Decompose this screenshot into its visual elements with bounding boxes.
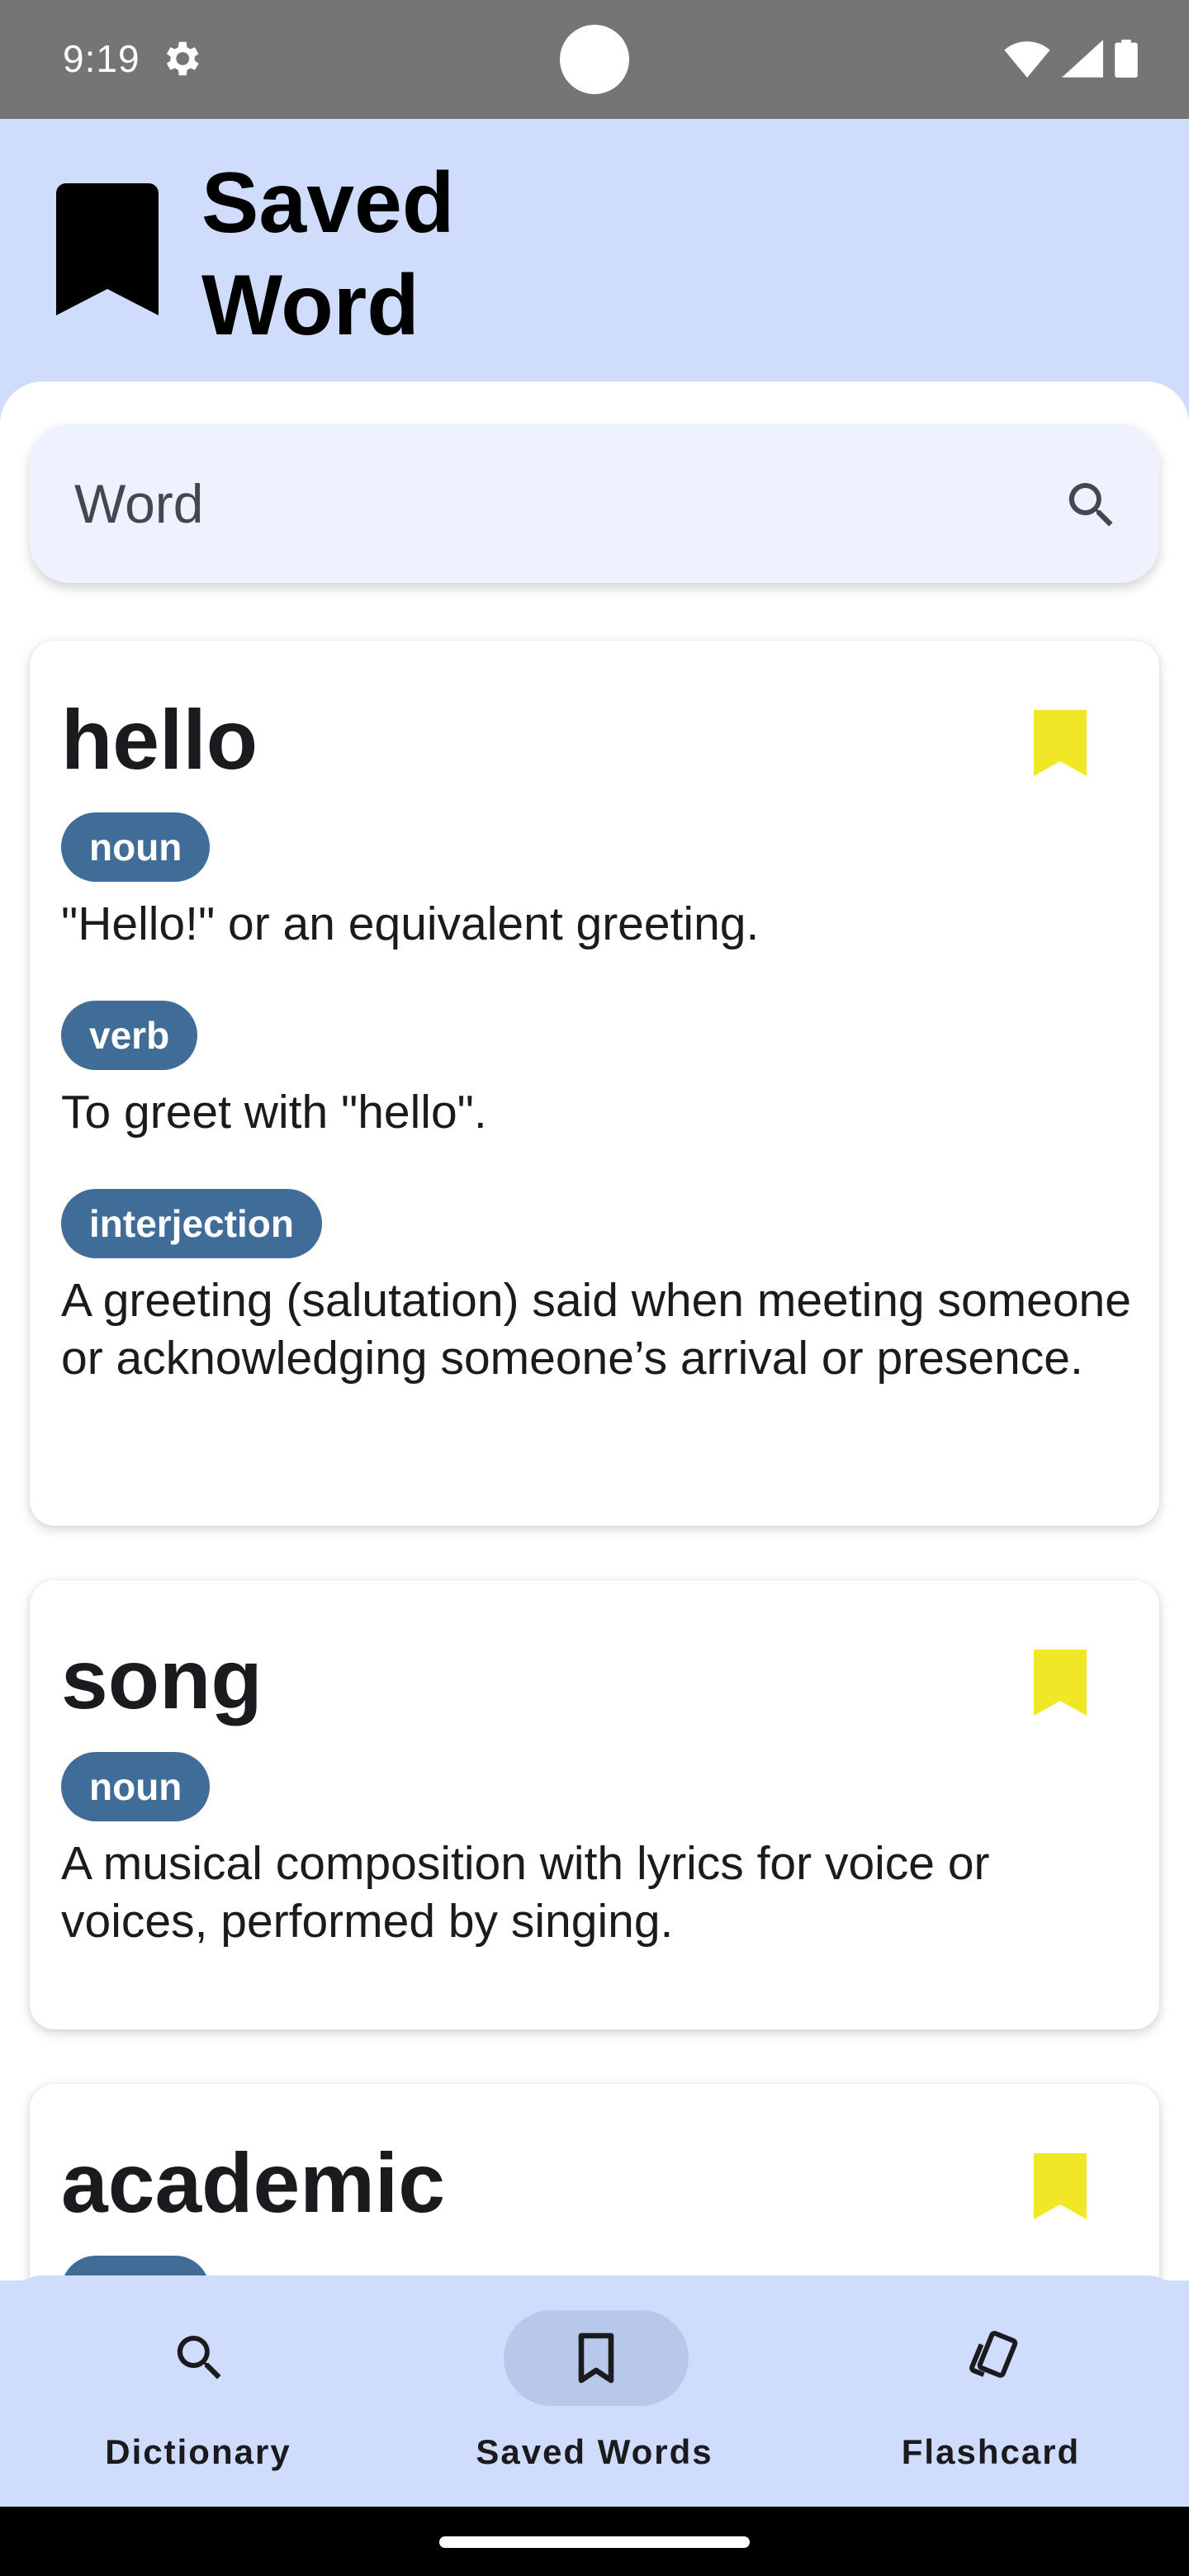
camera-cutout xyxy=(560,25,629,94)
status-bar: 9:19 xyxy=(0,0,1189,119)
pos-chip: interjection xyxy=(61,1189,322,1258)
pos-chip: verb xyxy=(61,1001,198,1070)
word-title: song xyxy=(61,1632,263,1726)
nav-item-flashcard[interactable]: Flashcard xyxy=(793,2275,1189,2507)
battery-icon xyxy=(1115,40,1138,78)
bookmark-saved-icon[interactable] xyxy=(1034,710,1087,776)
definition-text: "Hello!" or an equivalent greeting. xyxy=(61,897,760,950)
nav-label: Flashcard xyxy=(901,2432,1081,2471)
word-card[interactable]: academic noun xyxy=(30,2084,1159,2280)
word-title: academic xyxy=(61,2136,445,2230)
gesture-handle[interactable] xyxy=(439,2536,750,2548)
status-icons xyxy=(1004,38,1138,79)
bookmark-saved-icon[interactable] xyxy=(1034,2153,1087,2219)
bookmark-filled-icon xyxy=(56,183,159,315)
search-icon xyxy=(177,2336,221,2379)
nav-item-saved-words[interactable]: Saved Words xyxy=(396,2275,793,2507)
status-time: 9:19 xyxy=(63,37,140,80)
word-card[interactable]: hello noun "Hello!" or an equivalent gre… xyxy=(30,641,1159,1526)
search-input[interactable] xyxy=(74,424,983,583)
page-title: Saved Word xyxy=(201,155,455,353)
word-title: hello xyxy=(61,693,258,787)
signal-icon xyxy=(1062,40,1103,78)
bookmark-outline-icon xyxy=(578,2332,614,2384)
wifi-icon xyxy=(1004,41,1050,78)
definition-text: A greeting (salutation) said when meetin… xyxy=(61,1274,1131,1385)
definition-text: To greet with "hello". xyxy=(61,1086,487,1139)
content-sheet: hello noun "Hello!" or an equivalent gre… xyxy=(0,381,1189,2280)
gesture-bar xyxy=(0,2507,1189,2576)
nav-item-dictionary[interactable]: Dictionary xyxy=(0,2275,396,2507)
pos-chip: noun xyxy=(61,1752,211,1821)
cards-icon xyxy=(969,2331,1018,2378)
search-bar xyxy=(30,424,1159,583)
definition-text: A musical composition with lyrics for vo… xyxy=(61,1837,990,1948)
bookmark-saved-icon[interactable] xyxy=(1034,1650,1087,1716)
nav-label: Saved Words xyxy=(476,2432,713,2471)
word-card[interactable]: song noun A musical composition with lyr… xyxy=(30,1580,1159,2029)
app-header: Saved Word xyxy=(0,119,1189,381)
nav-label: Dictionary xyxy=(105,2432,291,2471)
search-icon[interactable] xyxy=(1062,476,1121,535)
settings-gear-icon xyxy=(166,41,199,76)
pos-chip: noun xyxy=(61,812,211,882)
bottom-navigation: Dictionary Saved Words Flashcard xyxy=(0,2275,1189,2507)
